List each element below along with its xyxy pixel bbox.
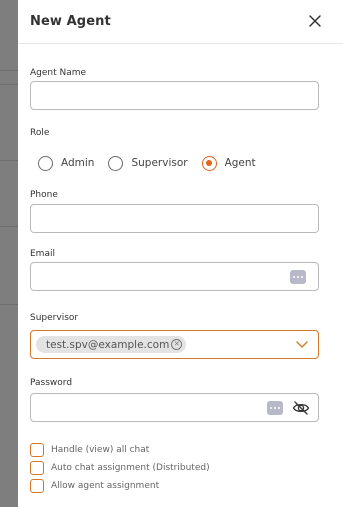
phone-label: Phone [30, 190, 58, 200]
checkbox-allow-agent-assignment[interactable]: Allow agent assignment [30, 479, 159, 493]
agent-name-input[interactable] [30, 81, 319, 110]
checkbox-label: Auto chat assignment (Distributed) [51, 463, 210, 473]
more-dots-icon[interactable] [267, 401, 283, 415]
role-radio-agent[interactable]: Agent [201, 155, 256, 171]
radio-circle [38, 155, 53, 171]
supervisor-chip: test.spv@example.com ✕ [36, 336, 187, 353]
agent-name-label: Agent Name [30, 68, 87, 78]
new-agent-panel: New Agent Agent Name Role Admin Supervis… [18, 0, 343, 507]
password-label: Password [30, 378, 73, 388]
page-backdrop [0, 0, 18, 507]
eye-off-icon[interactable] [292, 400, 310, 416]
chip-remove-icon[interactable]: ✕ [171, 339, 183, 350]
email-label: Email [30, 249, 55, 259]
checkbox-box [30, 443, 44, 457]
checkbox-label: Allow agent assignment [51, 481, 160, 491]
panel-header: New Agent [18, 0, 343, 44]
supervisor-select[interactable]: test.spv@example.com ✕ [30, 330, 319, 359]
checkbox-handle-all-chat[interactable]: Handle (view) all chat [30, 443, 149, 457]
role-label: Role [30, 128, 50, 138]
radio-circle [108, 155, 124, 171]
role-radio-supervisor[interactable]: Supervisor [108, 155, 188, 171]
role-radio-group: Admin Supervisor Agent [38, 154, 270, 172]
checkbox-box [30, 479, 44, 493]
supervisor-chip-label: test.spv@example.com [46, 338, 170, 351]
role-radio-admin[interactable]: Admin [38, 155, 95, 171]
role-option-label: Admin [61, 157, 95, 169]
close-icon[interactable] [307, 13, 323, 29]
checkbox-auto-chat-assignment[interactable]: Auto chat assignment (Distributed) [30, 461, 210, 475]
role-option-label: Supervisor [131, 157, 188, 169]
radio-circle-selected [201, 155, 217, 171]
supervisor-label: Supervisor [30, 313, 79, 323]
password-input[interactable] [30, 393, 319, 422]
chevron-down-icon[interactable] [296, 340, 308, 350]
panel-title: New Agent [30, 14, 111, 29]
phone-input[interactable] [30, 204, 319, 233]
more-dots-icon[interactable] [290, 270, 306, 284]
email-input[interactable] [30, 262, 319, 291]
checkbox-label: Handle (view) all chat [51, 445, 150, 455]
role-option-label: Agent [224, 157, 256, 169]
checkbox-box [30, 461, 44, 475]
